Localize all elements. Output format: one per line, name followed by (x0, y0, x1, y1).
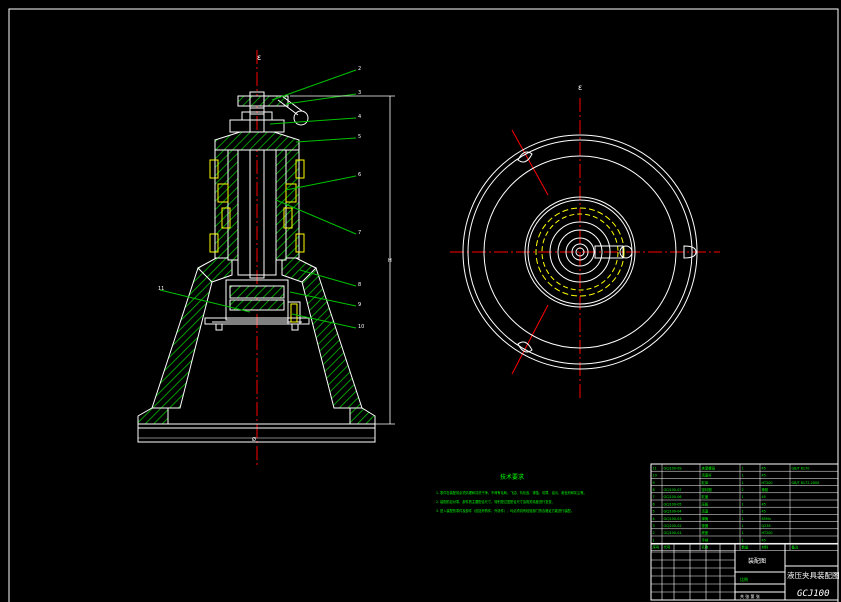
bom-cell: 底座 (702, 530, 709, 535)
bom-cell: 1 (742, 481, 744, 485)
handle-knob (293, 110, 309, 126)
bom-cell: 1 (742, 474, 744, 478)
bom-cell: 代号 (664, 545, 671, 550)
bom-cell: 密封圈 (702, 487, 713, 492)
bom-cell: 45 (762, 510, 766, 514)
svg-text:10: 10 (358, 324, 364, 330)
bom-cell: GCJ100-07 (664, 488, 682, 492)
sheet-border (8, 8, 839, 602)
bom-cell: 45 (762, 466, 766, 470)
bom-cell: 活塞 (702, 509, 709, 514)
bom-cell: 9 (653, 481, 655, 485)
bom-cell: 手柄 (702, 537, 709, 542)
bom-cell: 6 (653, 502, 655, 506)
bom-cell: 数量 (742, 545, 749, 550)
bom-cell: 3 (653, 524, 655, 528)
front-section-view: ε 2 3 4 5 6 7 8 9 10 11 H Ø (137, 50, 395, 465)
scale-label: 比例 (740, 576, 748, 582)
cylinder-head (214, 131, 300, 151)
bom-cell: GCJ100-06 (664, 495, 682, 499)
bom-cell: 1 (742, 517, 744, 521)
cad-drawing: ε 2 3 4 5 6 7 8 9 10 11 H Ø ε 技术要求 1. 零件… (8, 8, 840, 602)
bom-cell: 8 (653, 488, 655, 492)
bom-cell: GB/T 6172-2000 (792, 481, 820, 485)
bill-of-materials: 11 GCJ100-09 夹紧螺母 1 45 GB/T 617010 活塞杆 1 459 缸体 1 H… (650, 464, 839, 551)
column-wall-right (285, 149, 300, 259)
bom-cell: 序号 (653, 545, 660, 550)
bom-cell: GCJ100-02 (664, 524, 682, 528)
svg-text:5: 5 (358, 134, 361, 140)
bom-cell: 1 (653, 538, 655, 542)
bom-cell: 材料 (762, 545, 769, 550)
notes-title: 技术要求 (500, 473, 524, 481)
column-wall-left (214, 149, 229, 259)
bom-cell: GCJ100-09 (664, 466, 682, 470)
bom-cell: 45 (762, 495, 766, 499)
bom-cell: 1 (742, 531, 744, 535)
bom-cell: 夹紧螺母 (702, 465, 716, 470)
bom-cell: GB/T 6170 (792, 466, 810, 470)
bom-cell: 橡胶 (762, 487, 769, 492)
height-dim-text: H (388, 258, 392, 264)
bom-cell: HT200 (762, 481, 773, 485)
bom-cell: GCJ100-01 (664, 531, 682, 535)
product-name: 液压夹具装配图 (787, 570, 840, 580)
top-view: ε (450, 83, 720, 400)
bom-cell: 活塞杆 (702, 473, 713, 478)
bom-cell: 65Mn (762, 517, 771, 521)
svg-text:2: 2 (358, 66, 361, 72)
drawing-number: GCJ100 (797, 589, 830, 599)
svg-text:9: 9 (358, 302, 361, 308)
cone-body-right (301, 267, 363, 409)
bom-cell: 1 (742, 502, 744, 506)
bom-cell: 缸盖 (702, 494, 709, 499)
bom-cell: 45 (762, 474, 766, 478)
svg-text:6: 6 (358, 172, 361, 178)
bom-cell: 垫圈 (702, 523, 709, 528)
bom-cell: 2 (742, 488, 744, 492)
bom-cell: 45 (762, 502, 766, 506)
drawing-name: 装配图 (748, 557, 766, 565)
bom-cell: HT200 (762, 531, 773, 535)
bom-cell: 1 (742, 510, 744, 514)
sheet-label: 共 张 第 张 (740, 593, 760, 599)
centerline-label-left: ε (257, 53, 261, 62)
title-block-area: 11 GCJ100-09 夹紧螺母 1 45 GB/T 617010 活塞杆 1 459 缸体 1 H… (650, 463, 840, 601)
svg-text:7: 7 (358, 230, 361, 236)
bom-cell: 压板 (702, 501, 709, 506)
bom-cell: 缸体 (702, 480, 709, 485)
technical-notes: 技术要求 1. 零件在装配前必须清理和清洗干净，不得有毛刺、飞边、氧化皮、锈蚀、… (436, 473, 587, 513)
svg-text:3: 3 (358, 90, 361, 96)
notes-line-2: 2. 装配前应对零、部件的主要配合尺寸，特别是过盈配合尺寸及相关精度进行复查。 (436, 499, 555, 504)
bom-cell: 1 (742, 538, 744, 542)
bom-cell: 4 (653, 517, 655, 521)
centerline-label-right: ε (578, 83, 582, 92)
bom-cell: 备注 (792, 545, 799, 550)
svg-text:4: 4 (358, 114, 361, 120)
bom-cell: GCJ100-03 (664, 517, 682, 521)
base-dim-text: Ø (252, 436, 256, 443)
bom-cell: 1 (742, 466, 744, 470)
clamp-plate (237, 95, 289, 107)
notes-line-1: 1. 零件在装配前必须清理和清洗干净，不得有毛刺、飞边、氧化皮、锈蚀、切屑、油污… (436, 490, 587, 495)
bom-cell: 1 (742, 495, 744, 499)
svg-text:8: 8 (358, 282, 361, 288)
bom-cell: 45 (762, 538, 766, 542)
bom-cell: 10 (653, 474, 657, 478)
bom-cell: 名称 (702, 545, 709, 550)
notes-line-3: 3. 进入装配的零件及部件（包括外购件、外协件），均必须具有检验部门的合格证方能… (436, 508, 574, 513)
bom-cell: GCJ100-04 (664, 510, 682, 514)
bom-cell: 7 (653, 495, 655, 499)
bom-cell: 弹簧 (702, 516, 709, 521)
svg-text:11: 11 (158, 286, 164, 292)
bom-cell: 11 (653, 466, 657, 470)
bom-cell: 5 (653, 510, 655, 514)
bom-cell: 1 (742, 524, 744, 528)
bom-cell: Q235 (762, 524, 771, 528)
bom-cell: 2 (653, 531, 655, 535)
bom-cell: GCJ100-05 (664, 502, 682, 506)
